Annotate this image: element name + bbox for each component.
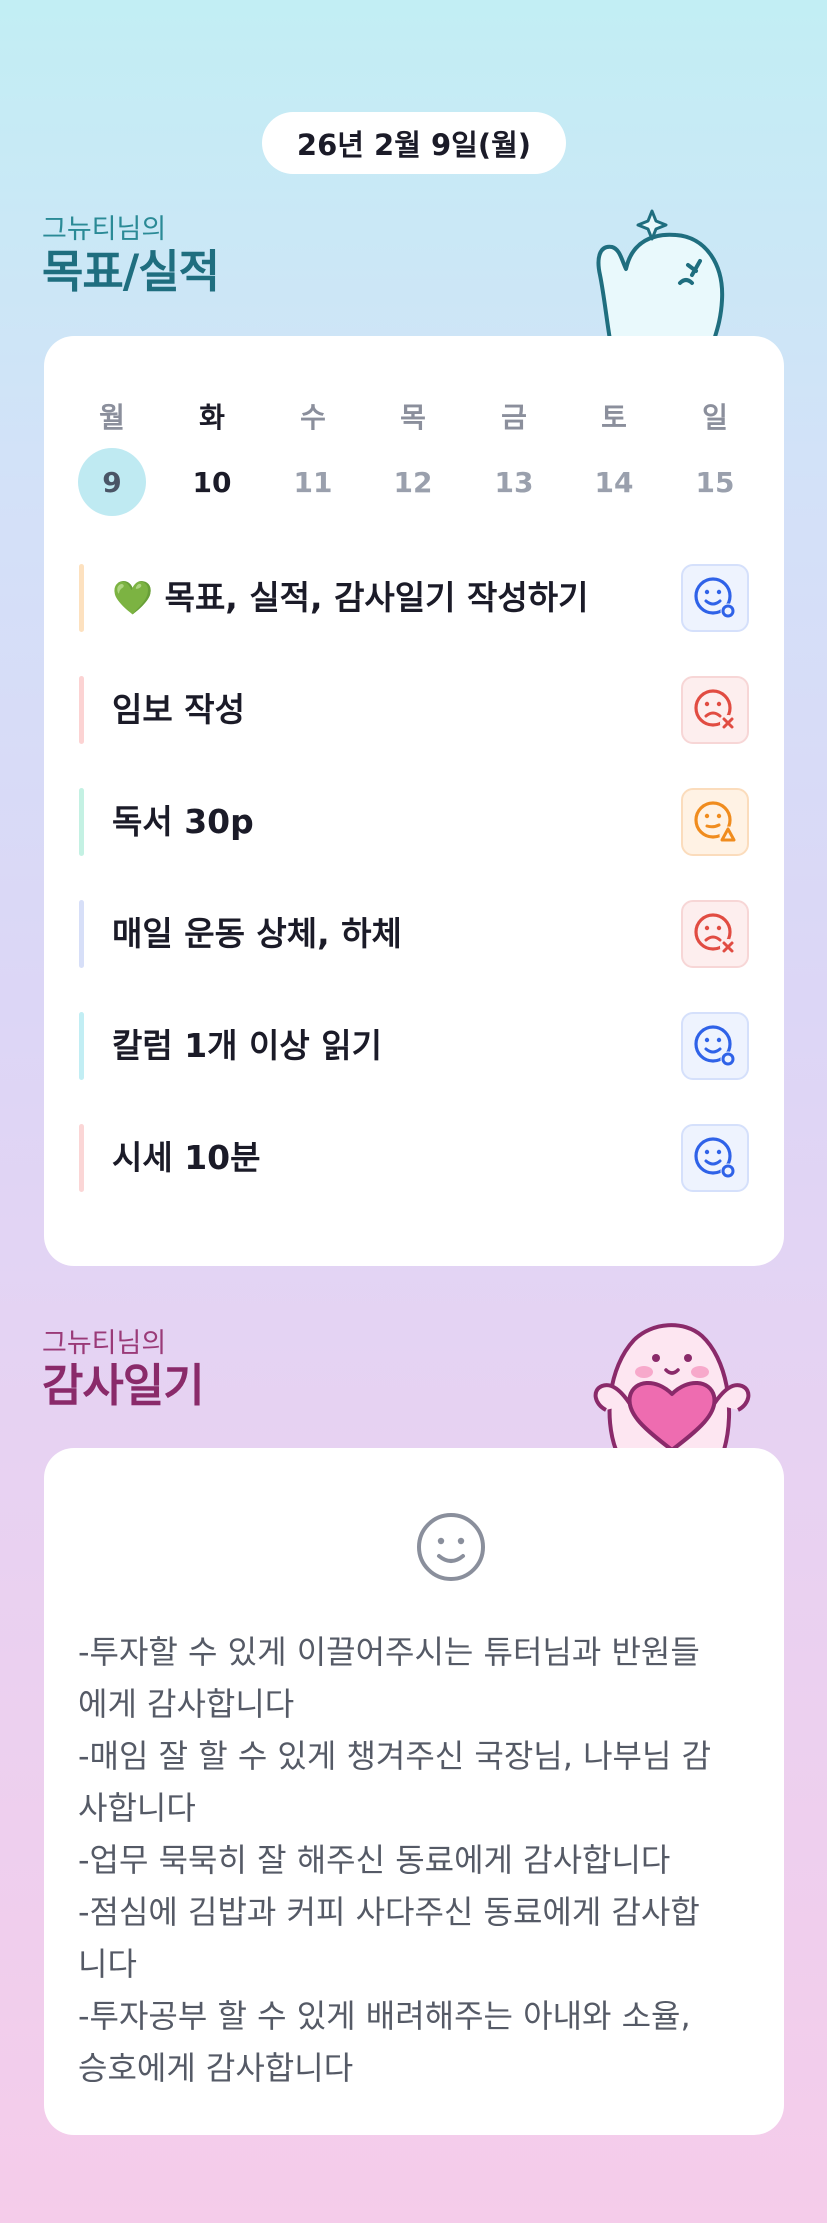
date-11[interactable]: 11 [279,448,347,516]
weekday-tue: 화 [199,401,225,434]
task-label: 💚 목표, 실적, 감사일기 작성하기 [112,578,589,617]
weekday-thu: 목 [400,401,426,434]
goals-card: 월 화 수 목 금 토 일 9 10 11 12 13 14 15 💚 목표, … [44,336,784,1266]
gratitude-text: -투자할 수 있게 이끌어주시는 튜터님과 반원들 에게 감사합니다 -매임 잘… [78,1633,712,2087]
status-done-button[interactable] [681,1124,749,1192]
task-item[interactable]: 매일 운동 상체, 하체 [79,900,749,968]
date-pill[interactable]: 26년 2월 9일(월) [262,112,566,174]
task-color-bar [79,900,84,968]
task-label: 임보 작성 [112,690,245,729]
smiley-done-icon [694,1025,736,1067]
gratitude-section-title: 그뉴티님의 감사일기 [42,1328,205,1412]
status-done-button[interactable] [681,1012,749,1080]
sad-fail-icon [694,689,736,731]
status-partial-button[interactable] [681,788,749,856]
gratitude-card: -투자할 수 있게 이끌어주시는 튜터님과 반원들 에게 감사합니다 -매임 잘… [44,1448,784,2135]
task-color-bar [79,1012,84,1080]
status-fail-button[interactable] [681,676,749,744]
date-10[interactable]: 10 [178,448,246,516]
weekday-sun: 일 [702,401,728,434]
weekday-fri: 금 [501,401,527,434]
goals-subtitle: 그뉴티님의 [42,214,167,245]
goals-title: 목표/실적 [42,245,220,298]
task-color-bar [79,564,84,632]
smiley-face-icon[interactable] [414,1510,488,1584]
task-label: 매일 운동 상체, 하체 [112,914,402,953]
weekday-wed: 수 [300,401,326,434]
task-item[interactable]: 독서 30p [79,788,749,856]
smiley-done-icon [694,577,736,619]
task-label: 독서 30p [112,802,254,841]
task-item[interactable]: 💚 목표, 실적, 감사일기 작성하기 [79,564,749,632]
task-color-bar [79,788,84,856]
heart-mascot-icon [593,1323,751,1450]
smiley-done-icon [694,1137,736,1179]
date-14[interactable]: 14 [580,448,648,516]
neutral-partial-icon [694,801,737,844]
sad-fail-icon [694,913,736,955]
task-color-bar [79,676,84,744]
task-item[interactable]: 칼럼 1개 이상 읽기 [79,1012,749,1080]
task-label: 칼럼 1개 이상 읽기 [112,1026,382,1065]
date-12[interactable]: 12 [379,448,447,516]
status-done-button[interactable] [681,564,749,632]
task-label: 시세 10분 [112,1138,261,1177]
status-fail-button[interactable] [681,900,749,968]
goals-section-title: 그뉴티님의 목표/실적 [42,214,220,298]
date-13[interactable]: 13 [480,448,548,516]
weekday-row: 월 화 수 목 금 토 일 [44,382,784,442]
task-color-bar [79,1124,84,1192]
date-15[interactable]: 15 [681,448,749,516]
date-9[interactable]: 9 [78,448,146,516]
weekday-sat: 토 [601,401,627,434]
weekday-mon: 월 [99,401,125,434]
date-row: 9 10 11 12 13 14 15 [44,448,784,516]
gratitude-subtitle: 그뉴티님의 [42,1328,167,1359]
waving-mascot-icon [596,209,725,340]
task-item[interactable]: 시세 10분 [79,1124,749,1192]
gratitude-title: 감사일기 [42,1359,205,1412]
task-item[interactable]: 임보 작성 [79,676,749,744]
